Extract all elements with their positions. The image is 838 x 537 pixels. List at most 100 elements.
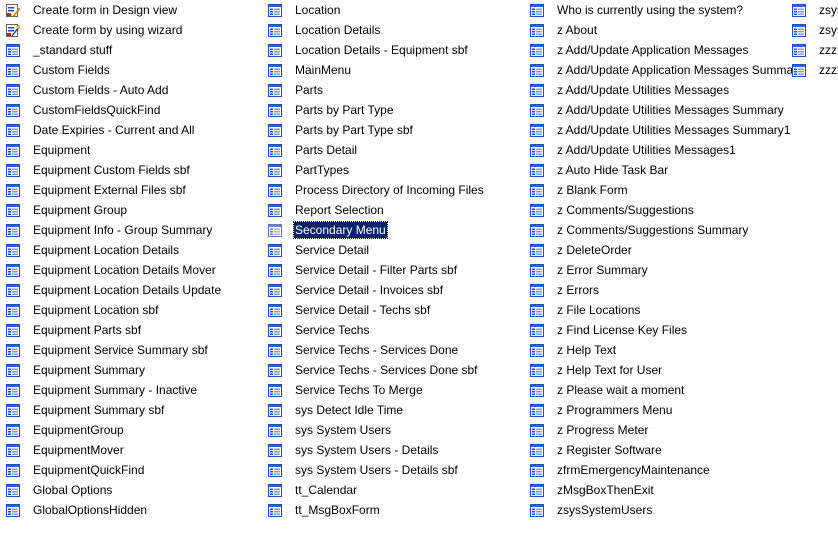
list-item[interactable]: zMsgBoxThenExit (524, 480, 786, 500)
list-item[interactable]: z Programmers Menu (524, 400, 786, 420)
list-item[interactable]: z Help Text (524, 340, 786, 360)
list-item[interactable]: z DeleteOrder (524, 240, 786, 260)
list-item[interactable]: Equipment (0, 140, 262, 160)
list-item[interactable]: Process Directory of Incoming Files (262, 180, 524, 200)
list-item[interactable]: zfrmEmergencyMaintenance (524, 460, 786, 480)
list-item[interactable]: z File Locations (524, 300, 786, 320)
list-item[interactable]: sys System Users - Details sbf (262, 460, 524, 480)
list-item[interactable]: PartTypes (262, 160, 524, 180)
form-icon (530, 63, 544, 77)
list-item[interactable]: GlobalOptionsHidden (0, 500, 262, 520)
list-item[interactable]: Location Details - Equipment sbf (262, 40, 524, 60)
list-item[interactable]: Parts by Part Type sbf (262, 120, 524, 140)
list-item[interactable]: zzzz (786, 60, 838, 80)
form-icon (268, 43, 282, 57)
list-item[interactable]: Custom Fields - Auto Add (0, 80, 262, 100)
form-icon (6, 443, 20, 457)
list-item[interactable]: Location Details (262, 20, 524, 40)
list-item[interactable]: Equipment Info - Group Summary (0, 220, 262, 240)
list-item[interactable]: MainMenu (262, 60, 524, 80)
list-item[interactable]: Parts Detail (262, 140, 524, 160)
list-item[interactable]: z Progress Meter (524, 420, 786, 440)
list-item[interactable]: z Add/Update Utilities Messages (524, 80, 786, 100)
list-item[interactable]: sys Detect Idle Time (262, 400, 524, 420)
list-item[interactable]: Location (262, 0, 524, 20)
list-item[interactable]: zsys (786, 20, 838, 40)
form-icon (530, 443, 544, 457)
list-item[interactable]: Service Detail (262, 240, 524, 260)
list-item[interactable]: Date Expiries - Current and All (0, 120, 262, 140)
list-item[interactable]: CustomFieldsQuickFind (0, 100, 262, 120)
list-item[interactable]: z Add/Update Utilities Messages Summary (524, 100, 786, 120)
list-item[interactable]: Equipment Service Summary sbf (0, 340, 262, 360)
list-item[interactable]: EquipmentMover (0, 440, 262, 460)
list-item[interactable]: Equipment Group (0, 200, 262, 220)
list-item[interactable]: Parts (262, 80, 524, 100)
list-item[interactable]: z Add/Update Utilities Messages Summary1 (524, 120, 790, 140)
list-item[interactable]: Equipment Summary - Inactive (0, 380, 262, 400)
list-item[interactable]: Global Options (0, 480, 262, 500)
list-item-label: z Auto Hide Task Bar (557, 163, 669, 177)
list-item-label: Equipment Parts sbf (33, 323, 142, 337)
list-item[interactable]: Service Detail - Invoices sbf (262, 280, 524, 300)
list-item[interactable]: zsysSystemUsers (524, 500, 786, 520)
list-item[interactable]: z Errors (524, 280, 786, 300)
list-item[interactable]: Service Techs (262, 320, 524, 340)
list-item[interactable]: Parts by Part Type (262, 100, 524, 120)
list-item[interactable]: Equipment Location Details Update (0, 280, 262, 300)
form-icon (6, 403, 20, 417)
list-item-label: zzz (819, 43, 837, 57)
list-item[interactable]: z Add/Update Application Messages Summar… (524, 60, 803, 80)
list-item[interactable]: Create form by using wizard (0, 20, 262, 40)
list-item[interactable]: _standard stuff (0, 40, 262, 60)
list-item[interactable]: Equipment Summary (0, 360, 262, 380)
list-item[interactable]: z About (524, 20, 786, 40)
list-item[interactable]: z Add/Update Application Messages (524, 40, 786, 60)
list-item-label: Service Detail (295, 243, 370, 257)
list-item[interactable]: z Find License Key Files (524, 320, 786, 340)
list-item[interactable]: zzz (786, 40, 838, 60)
form-icon (530, 143, 544, 157)
list-item[interactable]: Who is currently using the system? (524, 0, 786, 20)
form-icon (268, 183, 282, 197)
list-item[interactable]: z Add/Update Utilities Messages1 (524, 140, 786, 160)
list-item[interactable]: Report Selection (262, 200, 524, 220)
list-item[interactable]: sys System Users (262, 420, 524, 440)
list-item[interactable]: Equipment Summary sbf (0, 400, 262, 420)
list-item[interactable]: Create form in Design view (0, 0, 262, 20)
list-item[interactable]: EquipmentGroup (0, 420, 262, 440)
list-item[interactable]: z Auto Hide Task Bar (524, 160, 786, 180)
list-item[interactable]: EquipmentQuickFind (0, 460, 262, 480)
list-item[interactable]: tt_MsgBoxForm (262, 500, 524, 520)
list-item[interactable]: Equipment Location Details Mover (0, 260, 262, 280)
list-item[interactable]: Service Detail - Techs sbf (262, 300, 524, 320)
list-item[interactable]: Equipment External Files sbf (0, 180, 262, 200)
list-item[interactable]: tt_Calendar (262, 480, 524, 500)
list-item[interactable]: z Help Text for User (524, 360, 786, 380)
form-icon (530, 263, 544, 277)
list-item[interactable]: Custom Fields (0, 60, 262, 80)
list-item-label: z Find License Key Files (557, 323, 688, 337)
list-item-label: z Error Summary (557, 263, 648, 277)
list-item[interactable]: Equipment Location sbf (0, 300, 262, 320)
list-item[interactable]: Equipment Custom Fields sbf (0, 160, 262, 180)
list-item[interactable]: Equipment Location Details (0, 240, 262, 260)
list-item[interactable]: Service Techs - Services Done sbf (262, 360, 524, 380)
list-item[interactable]: z Error Summary (524, 260, 786, 280)
list-item[interactable]: z Register Software (524, 440, 786, 460)
list-item-label: sys Detect Idle Time (295, 403, 404, 417)
list-item[interactable]: z Please wait a moment (524, 380, 786, 400)
form-icon (268, 343, 282, 357)
list-item[interactable]: Service Techs - Services Done (262, 340, 524, 360)
list-item[interactable]: z Comments/Suggestions (524, 200, 786, 220)
list-item[interactable]: z Blank Form (524, 180, 786, 200)
list-item[interactable]: Service Detail - Filter Parts sbf (262, 260, 524, 280)
list-item[interactable]: Secondary Menu (262, 220, 524, 240)
list-item[interactable]: z Comments/Suggestions Summary (524, 220, 786, 240)
list-item[interactable]: zsys (786, 0, 838, 20)
list-item[interactable]: Service Techs To Merge (262, 380, 524, 400)
form-icon (268, 383, 282, 397)
form-icon (268, 443, 282, 457)
list-item[interactable]: sys System Users - Details (262, 440, 524, 460)
list-item[interactable]: Equipment Parts sbf (0, 320, 262, 340)
